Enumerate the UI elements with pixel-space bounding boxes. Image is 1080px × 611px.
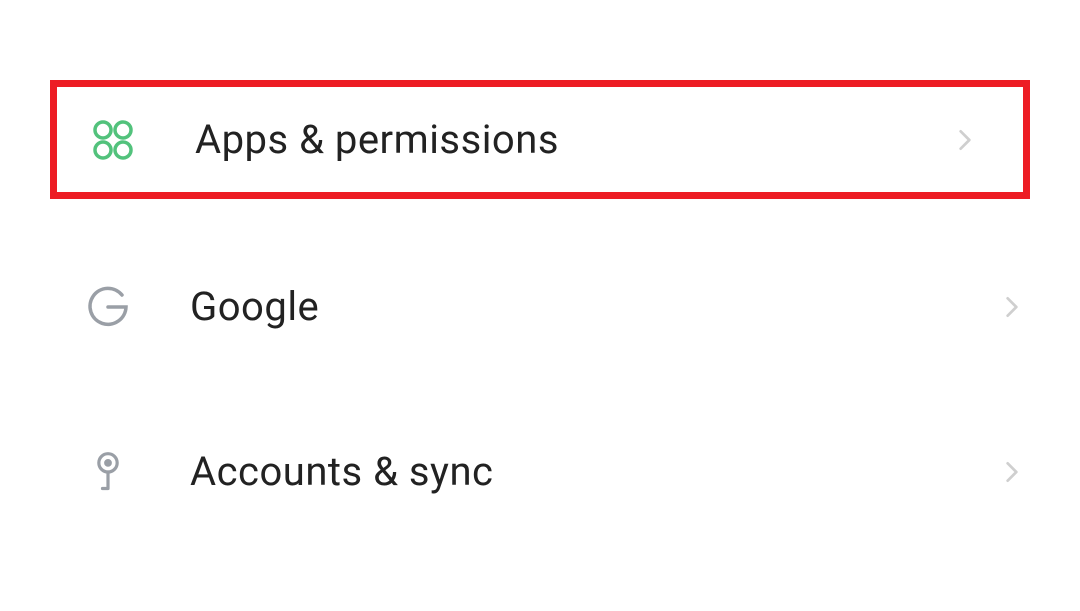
chevron-right-icon [999,294,1025,320]
settings-item-apps-permissions[interactable]: Apps & permissions [50,80,1030,199]
settings-item-accounts-sync[interactable]: Accounts & sync [0,414,1080,529]
google-icon [80,279,135,334]
settings-item-label: Accounts & sync [190,448,999,495]
key-icon [80,444,135,499]
chevron-right-icon [999,459,1025,485]
settings-item-google[interactable]: Google [0,249,1080,364]
settings-list: Apps & permissions Google [0,80,1080,529]
settings-item-label: Apps & permissions [195,116,952,163]
apps-permissions-icon [85,112,140,167]
chevron-right-icon [952,127,978,153]
settings-item-label: Google [190,283,999,330]
